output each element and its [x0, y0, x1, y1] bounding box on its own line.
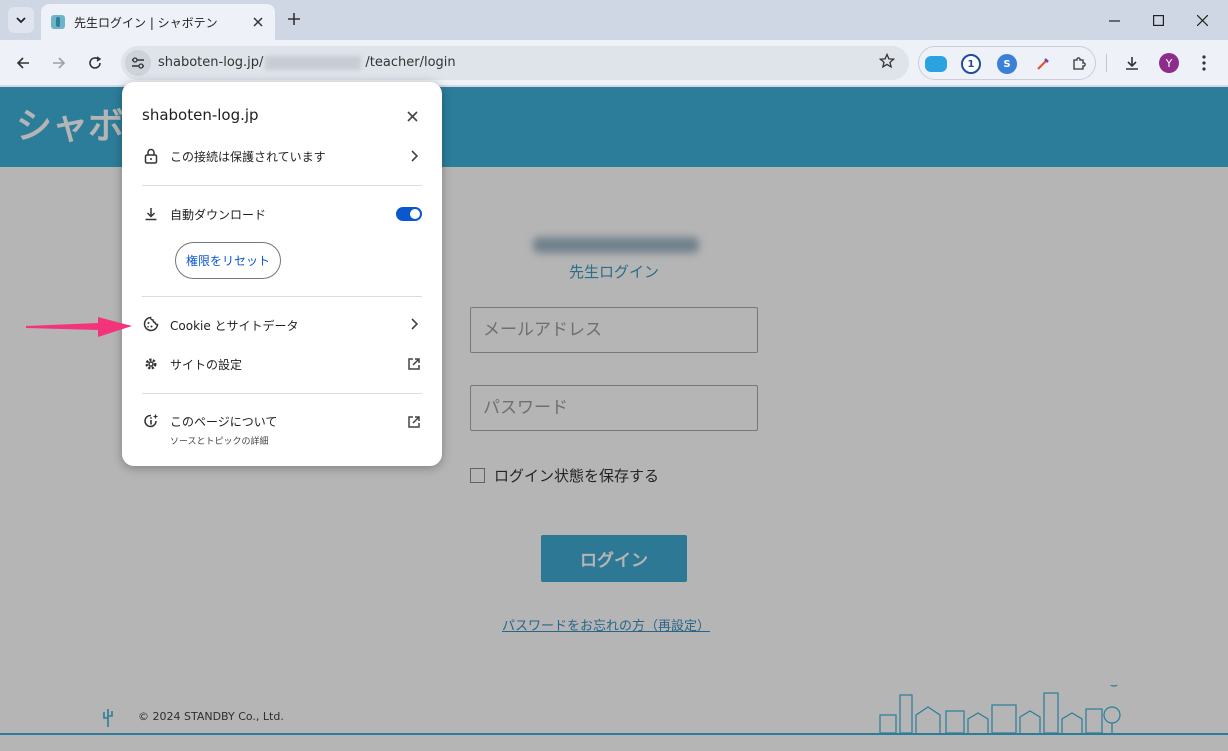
- open-external-icon: [405, 355, 423, 373]
- tab-search-button[interactable]: [8, 7, 34, 33]
- annotation-arrow: [26, 317, 132, 337]
- url-redacted-segment: [265, 56, 362, 70]
- tab-strip: 先生ログイン | シャボテン: [0, 0, 1228, 40]
- popup-divider: [142, 296, 422, 297]
- pen-icon: [1037, 58, 1049, 70]
- auto-download-label: 自動ダウンロード: [170, 207, 267, 222]
- favicon-icon: [51, 15, 65, 29]
- plus-icon: [288, 13, 300, 25]
- downloads-button[interactable]: [1119, 50, 1145, 76]
- cookie-icon: [142, 315, 160, 333]
- reload-button[interactable]: [82, 50, 108, 76]
- open-external-icon: [405, 413, 423, 431]
- close-icon: [406, 110, 418, 122]
- auto-download-row: 自動ダウンロード: [122, 202, 442, 226]
- kebab-icon: [1202, 55, 1206, 71]
- browser-toolbar: shaboten-log.jp/ /teacher/login 1 S Y: [0, 40, 1228, 86]
- tune-icon: [132, 57, 144, 69]
- site-info-popup: shaboten-log.jp この接続は保護されています 自動ダウンロード 権…: [122, 82, 442, 466]
- profile-avatar[interactable]: Y: [1159, 53, 1179, 73]
- popup-divider: [142, 185, 422, 186]
- close-icon: [253, 17, 263, 27]
- popup-domain: shaboten-log.jp: [142, 106, 259, 124]
- toolbar-separator: [1106, 54, 1107, 72]
- url-domain: shaboten-log.jp/: [158, 55, 264, 70]
- about-page-label: このページについて: [170, 415, 278, 429]
- star-icon: [878, 52, 896, 69]
- reload-icon: [89, 56, 102, 69]
- connection-secure-row[interactable]: この接続は保護されています: [122, 144, 442, 168]
- sync-extension-icon[interactable]: S: [997, 54, 1017, 74]
- download-icon: [142, 205, 160, 223]
- reset-permissions-button[interactable]: 権限をリセット: [175, 242, 281, 279]
- connection-label: この接続は保護されています: [170, 149, 326, 164]
- auto-download-toggle[interactable]: [396, 207, 422, 221]
- back-button[interactable]: [10, 50, 36, 76]
- site-settings-row[interactable]: サイトの設定: [122, 352, 442, 376]
- browser-menu-button[interactable]: [1191, 50, 1217, 76]
- minimize-icon: [1108, 19, 1120, 22]
- url-path: /teacher/login: [365, 55, 456, 70]
- salesforce-extension-icon[interactable]: [925, 56, 947, 72]
- chevron-right-icon: [405, 315, 423, 333]
- popup-close-button[interactable]: [400, 104, 424, 128]
- puzzle-icon: [1073, 57, 1086, 70]
- chevron-down-icon: [16, 17, 26, 24]
- minimize-button[interactable]: [1102, 8, 1126, 32]
- cookies-label: Cookie とサイトデータ: [170, 319, 299, 333]
- back-arrow-icon: [16, 57, 29, 69]
- password-manager-extension-icon[interactable]: 1: [961, 54, 981, 74]
- close-icon: [1196, 14, 1208, 26]
- about-page-sublabel: ソースとトピックの詳細: [170, 437, 269, 447]
- color-picker-extension-icon[interactable]: [1033, 54, 1053, 74]
- maximize-button[interactable]: [1146, 8, 1170, 32]
- active-tab[interactable]: 先生ログイン | シャボテン: [41, 4, 275, 40]
- bookmark-button[interactable]: [878, 52, 896, 73]
- forward-button[interactable]: [46, 50, 72, 76]
- extensions-button[interactable]: [1069, 54, 1089, 74]
- tab-close-button[interactable]: [247, 11, 269, 33]
- lock-icon: [142, 147, 160, 165]
- about-page-row[interactable]: このページについて ソースとトピックの詳細: [122, 410, 442, 448]
- download-icon: [1126, 57, 1138, 70]
- browser-window: 先生ログイン | シャボテン shaboten-log.jp/ /teacher…: [0, 0, 1228, 751]
- maximize-icon: [1152, 14, 1164, 26]
- address-bar[interactable]: shaboten-log.jp/ /teacher/login: [121, 46, 909, 80]
- new-tab-button[interactable]: [283, 8, 305, 30]
- cookies-row[interactable]: Cookie とサイトデータ: [132, 302, 437, 346]
- site-info-button[interactable]: [125, 50, 151, 76]
- forward-arrow-icon: [53, 57, 66, 69]
- chevron-right-icon: [405, 147, 423, 165]
- url-text: shaboten-log.jp/ /teacher/login: [158, 55, 456, 70]
- window-close-button[interactable]: [1190, 8, 1214, 32]
- info-sparkle-icon: [142, 412, 160, 430]
- extensions-bar: 1 S: [918, 46, 1096, 80]
- gear-icon: [142, 355, 160, 373]
- site-settings-label: サイトの設定: [170, 357, 243, 372]
- tab-title: 先生ログイン | シャボテン: [74, 15, 218, 30]
- popup-divider: [142, 393, 422, 394]
